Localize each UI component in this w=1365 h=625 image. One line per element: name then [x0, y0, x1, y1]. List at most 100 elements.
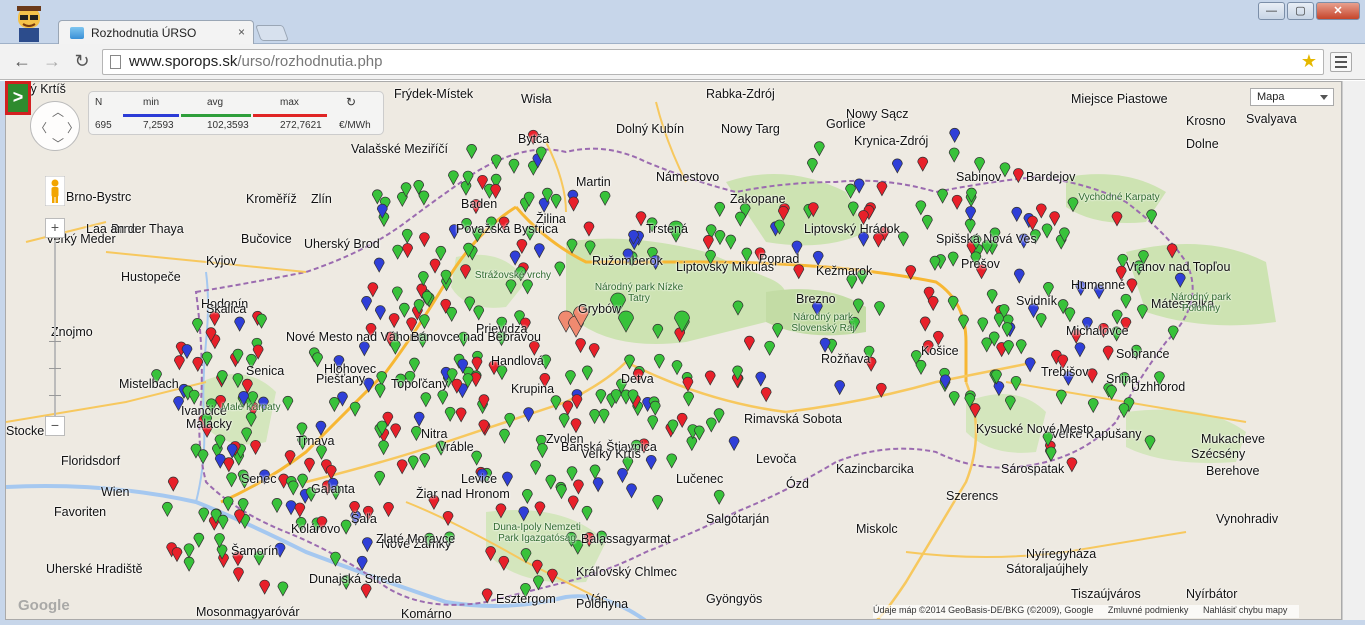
pan-control[interactable]: ︿ ﹀ 〈 〉 [30, 101, 80, 151]
map-label: Ružomberok [592, 254, 663, 268]
stats-min-label: min [143, 97, 160, 108]
star-icon[interactable]: ★ [1301, 51, 1317, 72]
user-avatar-icon[interactable] [14, 4, 44, 42]
map-label: Szerencs [946, 489, 999, 503]
pegman-icon[interactable] [45, 176, 65, 206]
map-label: Zakopane [730, 192, 786, 206]
report-map-error-link[interactable]: Nahlásiť chybu mapy [1203, 605, 1287, 615]
back-button[interactable]: ← [10, 50, 34, 74]
stats-min-value: 7,2593 [143, 120, 174, 131]
tab-close-icon[interactable]: × [238, 25, 245, 39]
map-label: Balassagyarmat [581, 532, 671, 546]
map-footer: Údaje máp ©2014 GeoBasis-DE/BKG (©2009),… [873, 605, 1300, 618]
map-type-select[interactable]: Mapa [1250, 88, 1334, 106]
map-label: Handlová [491, 354, 544, 368]
chevron-down-icon [1320, 95, 1328, 100]
map-label: Uherský Brod [304, 237, 380, 251]
pan-up-icon[interactable]: ︿ [52, 103, 64, 120]
google-logo: Google [18, 597, 70, 614]
toggle-panel-button[interactable]: > [5, 81, 31, 115]
stats-n-value: 695 [95, 120, 112, 131]
reload-button[interactable]: ↻ [70, 50, 94, 74]
map-label: Baden [461, 197, 498, 211]
map-label: Zlaté Moravce [376, 532, 456, 546]
map-canvas[interactable]: Frýdek-Místek Wisła Rabka-Zdrój Nowy Targ Za… [5, 81, 1342, 620]
zoom-in-button[interactable]: + [45, 218, 65, 238]
map-label: Sárospatak [1001, 462, 1065, 476]
map-label: Svalyava [1246, 112, 1297, 126]
url-text: www.sporops.sk/urso/rozhodnutia.php [129, 53, 382, 70]
maximize-button[interactable]: ▢ [1287, 2, 1314, 20]
address-bar[interactable]: www.sporops.sk/urso/rozhodnutia.php ★ [102, 49, 1324, 75]
terms-link[interactable]: Zmluvné podmienky [1108, 605, 1189, 615]
zoom-tick [49, 395, 61, 396]
map-label: Detva [621, 372, 654, 386]
window-titlebar: Rozhodnutia ÚRSO × — ▢ ✕ [0, 0, 1365, 45]
url-path: /urso/rozhodnutia.php [237, 53, 383, 70]
map-label: Rožňava [821, 352, 871, 366]
map-label: Mosonmagyaróvár [196, 605, 300, 619]
zoom-tick [49, 368, 61, 369]
map-label: Lučenec [676, 472, 724, 486]
map-label: Prešov [961, 257, 1000, 271]
park-label: Duna-Ipoly Nemzeti Park Igazgatóság [493, 522, 581, 544]
map-label: Nowy Sącz [846, 107, 909, 121]
map-label: Šaľa [351, 512, 377, 526]
url-host: www.sporops.sk [129, 53, 238, 70]
map-label: Bánovce nad Bebravou [411, 330, 541, 344]
map-label: Nyíregyháza [1026, 547, 1097, 561]
map-label: Uherské Hradiště [46, 562, 143, 576]
map-label: Esztergom [496, 592, 556, 606]
stats-refresh-icon[interactable]: ↻ [346, 95, 356, 109]
map-label: Floridsdorf [61, 454, 121, 468]
map-label: Vranov nad Topľou [1126, 260, 1231, 274]
tab-title: Rozhodnutia ÚRSO [91, 26, 197, 40]
window-bottom-frame [0, 620, 1365, 625]
park-label: Malé Karpaty [221, 402, 281, 413]
map-data-attribution: Údaje máp ©2014 GeoBasis-DE/BKG (©2009),… [873, 605, 1094, 615]
map-label: Dolný Kubín [616, 122, 685, 136]
zoom-tick [49, 341, 61, 342]
map-label: Trnava [296, 434, 335, 448]
park-label: Národný park Nízke Tatry [594, 282, 684, 304]
map-label: Snina [1106, 372, 1138, 386]
zoom-control[interactable]: + − [45, 218, 65, 438]
map-label: Berehove [1206, 464, 1260, 478]
browser-toolbar: ← → ↻ www.sporops.sk/urso/rozhodnutia.ph… [0, 44, 1365, 80]
map-label: Spišská Nová Ves [936, 232, 1037, 246]
map-label: Levoča [756, 452, 797, 466]
stats-avg-label: avg [207, 97, 224, 108]
page-scrollbar[interactable] [1342, 81, 1365, 625]
map-type-label: Mapa [1257, 91, 1285, 103]
map-label: Kazincbarcika [836, 462, 914, 476]
map-label: Frýdek-Místek [394, 87, 474, 101]
chrome-menu-button[interactable] [1330, 52, 1352, 72]
zoom-out-button[interactable]: − [45, 416, 65, 436]
pan-left-icon[interactable]: 〈 [35, 119, 47, 136]
map-label: Malacky [186, 417, 232, 431]
park-label: Strážovské vrchy [474, 270, 552, 281]
map-label: Trebišov [1041, 365, 1089, 379]
map-label: Kysucké Nové Mesto [976, 422, 1094, 436]
pan-right-icon[interactable]: 〉 [67, 119, 79, 136]
map-label: Krupina [511, 382, 555, 396]
map-label: Martin [576, 175, 611, 189]
map-label: Liptovský Mikuláš [676, 260, 774, 274]
map-label: Vynohradiv [1216, 512, 1279, 526]
map-label: Hlohovec [324, 362, 377, 376]
page-icon [110, 55, 121, 69]
map-label: Senica [246, 364, 285, 378]
map-label: Laa an der Thaya [86, 222, 184, 236]
map-label: Valašské Meziříčí [351, 142, 449, 156]
stats-min-bar [123, 114, 179, 117]
close-button[interactable]: ✕ [1316, 2, 1360, 20]
stats-avg-value: 102,3593 [207, 120, 249, 131]
tab-rozhodnutia[interactable]: Rozhodnutia ÚRSO × [58, 20, 254, 45]
map-label: Vráble [438, 440, 474, 454]
pan-down-icon[interactable]: ﹀ [52, 135, 64, 152]
zoom-track[interactable] [54, 240, 56, 416]
map-label: Uzhhorod [1131, 380, 1186, 394]
minimize-button[interactable]: — [1258, 2, 1285, 20]
new-tab-button[interactable] [255, 25, 289, 41]
forward-button[interactable]: → [40, 50, 64, 74]
